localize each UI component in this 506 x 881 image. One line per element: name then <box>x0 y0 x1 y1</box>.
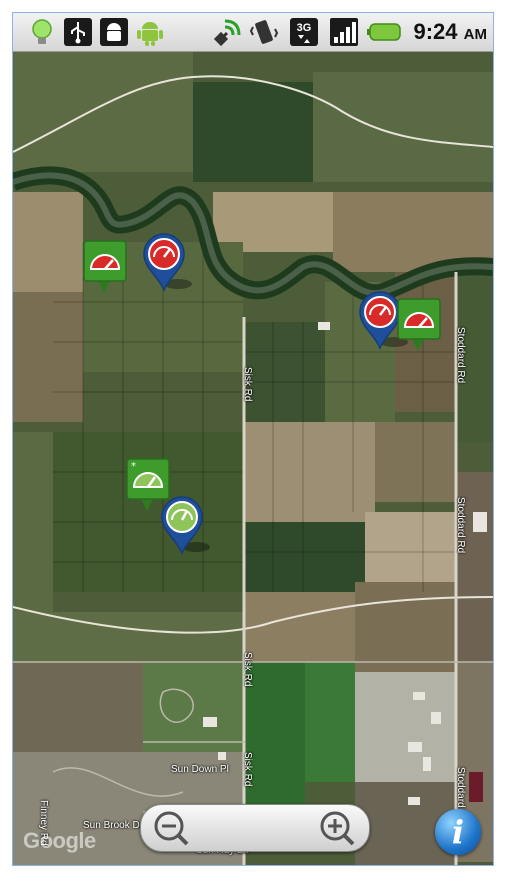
blue-sensor-pin[interactable] <box>142 232 194 294</box>
bulb-icon <box>32 19 52 44</box>
satellite-map[interactable]: Sisk Rd Sisk Rd Sisk Rd Stoddard Rd Stod… <box>13 52 493 865</box>
status-bar: 3G 9:24 AM <box>13 13 493 52</box>
vibrate-icon <box>249 20 279 44</box>
phone-screen: 3G 9:24 AM Sisk Rd Sisk Rd Sisk Rd Stodd… <box>12 12 494 866</box>
android-icon <box>137 22 163 46</box>
zoom-in-button[interactable] <box>309 805 369 851</box>
road-label: Stoddard Rd <box>455 327 466 384</box>
signal-icon <box>330 18 358 46</box>
clock-time: 9:24 <box>413 19 458 44</box>
road-label: Sun Down Pl <box>171 764 229 775</box>
road-label: Stoddard Rd <box>455 497 466 554</box>
zoom-out-button[interactable] <box>141 805 201 851</box>
info-button[interactable]: i <box>435 809 481 855</box>
zoom-out-icon <box>154 811 189 846</box>
road-label: Sisk Rd <box>242 752 253 787</box>
battery-icon <box>367 23 401 41</box>
clock-ampm: AM <box>463 26 487 43</box>
road-label: Sisk Rd <box>242 652 253 687</box>
satellite-imagery[interactable] <box>13 52 493 865</box>
status-clock: 9:24 AM <box>414 19 488 45</box>
green-sensor-marker[interactable] <box>396 297 442 353</box>
zoom-control <box>140 804 370 852</box>
zoom-in-icon <box>320 811 355 846</box>
green-sensor-marker[interactable] <box>82 239 128 295</box>
svg-text:3G: 3G <box>297 22 312 34</box>
road-label: Sisk Rd <box>242 367 253 402</box>
gps-icon <box>213 19 241 47</box>
google-logo: Google <box>23 828 96 853</box>
android-debug-icon <box>100 18 128 46</box>
usb-icon <box>64 18 92 46</box>
info-icon: i <box>451 813 465 851</box>
blue-sensor-pin[interactable] <box>160 495 212 557</box>
svg-text:*: * <box>131 461 136 472</box>
3g-data-icon: 3G <box>290 18 318 46</box>
